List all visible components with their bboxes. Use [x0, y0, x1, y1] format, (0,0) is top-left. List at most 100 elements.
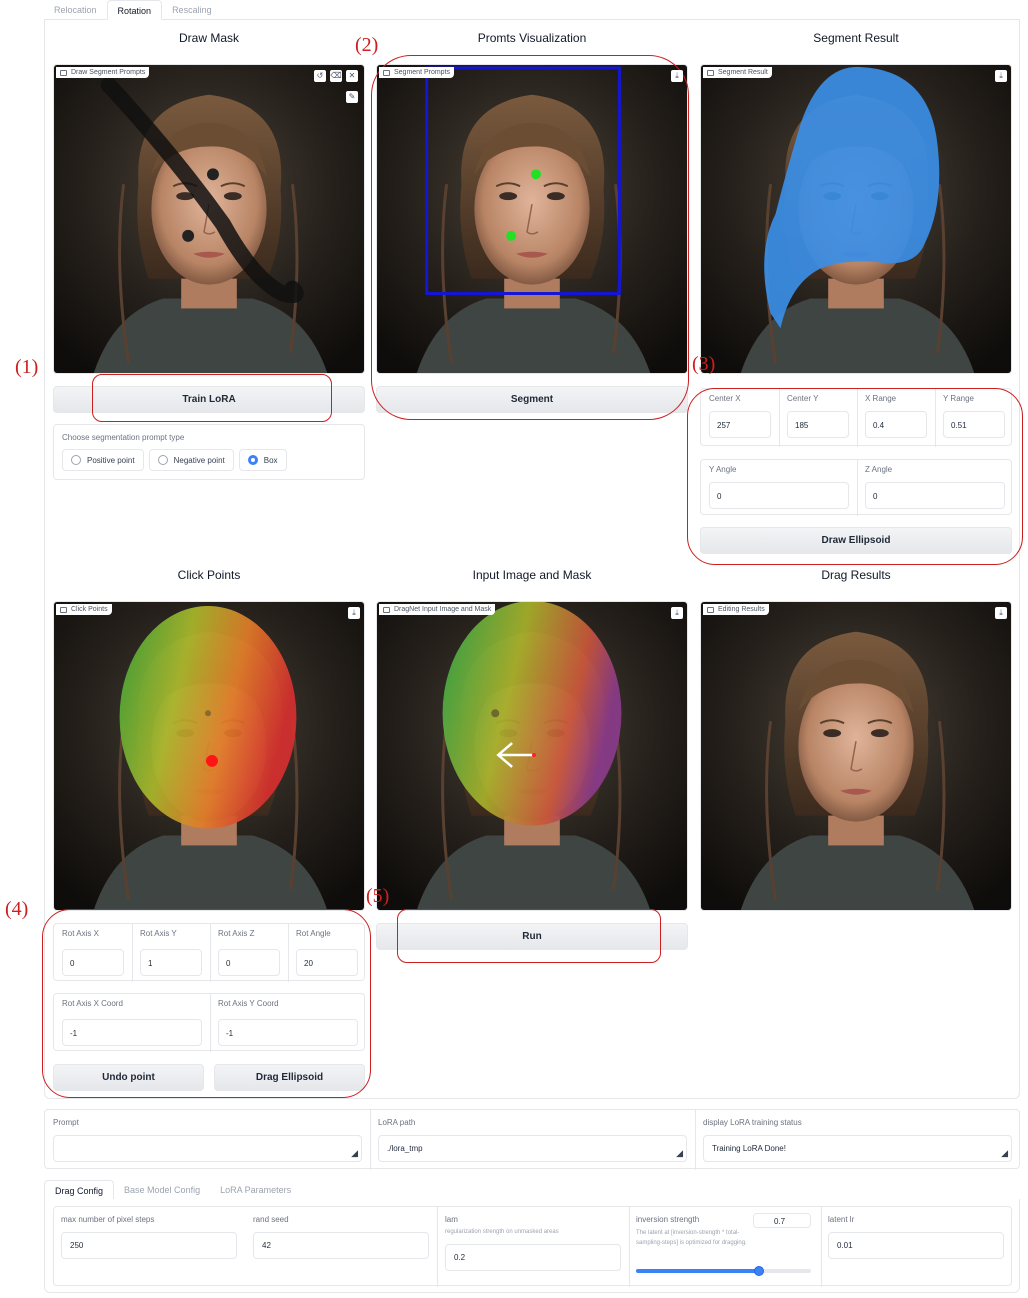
center-y-cell: Center Y 185	[779, 389, 857, 447]
brush-icon[interactable]: ✎	[346, 91, 358, 103]
y-range-input[interactable]: 0.51	[943, 411, 1005, 438]
portrait-image	[377, 65, 687, 373]
panel-label: Segment Result	[703, 67, 772, 78]
lam-input[interactable]: 0.2	[445, 1244, 621, 1271]
rot-angle-cell: Rot Angle 20	[288, 924, 366, 982]
undo-icon[interactable]: ↺	[314, 70, 326, 82]
resize-handle-icon[interactable]: ◢	[351, 1148, 358, 1159]
segment-prompts-canvas[interactable]: Segment Prompts ⤓	[376, 64, 688, 374]
portrait-image	[54, 65, 364, 373]
latent-lr-input[interactable]: 0.01	[828, 1232, 1004, 1259]
rot-axis-y-coord-input[interactable]: -1	[218, 1019, 358, 1046]
prompt-type-group: Choose segmentation prompt type Positive…	[53, 424, 365, 480]
annotation-label-3: (3)	[692, 353, 716, 375]
tab-rotation[interactable]: Rotation	[106, 0, 163, 20]
rot-axis-x-input[interactable]: 0	[62, 949, 124, 976]
annotation-label-4: (4)	[5, 898, 29, 920]
undo-point-button[interactable]: Undo point	[53, 1064, 204, 1091]
rot-axis-z-label: Rot Axis Z	[218, 929, 255, 938]
dragnet-input-image: DragNet Input Image and Mask ⤓	[376, 601, 688, 911]
download-icon[interactable]: ⤓	[348, 607, 360, 619]
tab-base-model-config[interactable]: Base Model Config	[114, 1180, 210, 1200]
rand-seed-input[interactable]: 42	[253, 1232, 429, 1259]
tab-rescaling[interactable]: Rescaling	[162, 0, 222, 20]
download-icon[interactable]: ⤓	[671, 70, 683, 82]
rand-seed-label: rand seed	[253, 1215, 289, 1224]
inversion-strength-description: The latent at [inversion-strength * tota…	[636, 1230, 747, 1246]
prompt-input[interactable]: ◢	[53, 1135, 362, 1162]
rot-axis-x-cell: Rot Axis X 0	[54, 924, 132, 982]
rot-axis-x-label: Rot Axis X	[62, 929, 99, 938]
click-points-canvas[interactable]: Click Points ⤓	[53, 601, 365, 911]
inversion-strength-value-input[interactable]: 0.7	[753, 1213, 811, 1228]
tab-drag-config[interactable]: Drag Config	[44, 1180, 115, 1200]
radio-box[interactable]: Box	[238, 449, 287, 471]
tab-relocation[interactable]: Relocation	[44, 0, 107, 20]
lora-path-label: LoRA path	[378, 1118, 416, 1127]
panel-label: Click Points	[56, 604, 112, 615]
download-icon[interactable]: ⤓	[995, 607, 1007, 619]
segment-button[interactable]: Segment	[376, 386, 688, 413]
x-range-cell: X Range 0.4	[857, 389, 935, 447]
panel-label: DragNet Input Image and Mask	[379, 604, 496, 615]
rot-axis-x-coord-cell: Rot Axis X Coord -1	[54, 994, 210, 1052]
segment-result-image: Segment Result ⤓	[700, 64, 1012, 374]
rot-axis-y-coord-label: Rot Axis Y Coord	[218, 999, 279, 1008]
prompt-type-label: Choose segmentation prompt type	[62, 433, 185, 442]
tab-lora-parameters[interactable]: LoRA Parameters	[210, 1180, 301, 1200]
inversion-strength-slider[interactable]	[636, 1266, 811, 1276]
resize-handle-icon[interactable]: ◢	[676, 1148, 683, 1159]
radio-negative-point[interactable]: Negative point	[148, 449, 234, 471]
radio-positive-point[interactable]: Positive point	[62, 449, 144, 471]
download-icon[interactable]: ⤓	[671, 607, 683, 619]
rot-angle-input[interactable]: 20	[296, 949, 358, 976]
rot-axis-y-input[interactable]: 1	[140, 949, 202, 976]
center-x-label: Center X	[709, 394, 741, 403]
train-lora-button[interactable]: Train LoRA	[53, 386, 365, 413]
portrait-image	[701, 602, 1011, 910]
center-x-input[interactable]: 257	[709, 411, 771, 438]
image-icon	[707, 69, 714, 76]
z-angle-cell: Z Angle 0	[857, 460, 1013, 516]
draw-segment-prompts-canvas[interactable]: Draw Segment Prompts ↺ ⌫ ✕ ✎	[53, 64, 365, 374]
download-icon[interactable]: ⤓	[995, 70, 1007, 82]
image-icon	[60, 606, 67, 613]
close-icon[interactable]: ✕	[346, 70, 358, 82]
y-angle-input[interactable]: 0	[709, 482, 849, 509]
max-steps-input[interactable]: 250	[61, 1232, 237, 1259]
image-icon	[60, 69, 67, 76]
drag-ellipsoid-button[interactable]: Drag Ellipsoid	[214, 1064, 365, 1091]
clear-icon[interactable]: ⌫	[330, 70, 342, 82]
image-icon	[707, 606, 714, 613]
run-button[interactable]: Run	[376, 923, 688, 950]
inversion-strength-label: inversion strength	[636, 1215, 700, 1224]
x-range-input[interactable]: 0.4	[865, 411, 927, 438]
rot-axis-z-cell: Rot Axis Z 0	[210, 924, 288, 982]
rot-axis-z-input[interactable]: 0	[218, 949, 280, 976]
portrait-image	[377, 602, 687, 910]
divider	[695, 1110, 696, 1170]
y-range-cell: Y Range 0.51	[935, 389, 1013, 447]
image-icon	[383, 69, 390, 76]
rot-axis-x-coord-input[interactable]: -1	[62, 1019, 202, 1046]
click-points-title: Click Points	[177, 568, 241, 582]
rot-axis-x-coord-label: Rot Axis X Coord	[62, 999, 123, 1008]
lora-path-value: ./lora_tmp	[387, 1144, 423, 1153]
rot-axis-y-cell: Rot Axis Y 1	[132, 924, 210, 982]
lora-path-input[interactable]: ./lora_tmp ◢	[378, 1135, 687, 1162]
slider-thumb[interactable]	[753, 1266, 764, 1276]
config-tabs: Drag Config Base Model Config LoRA Param…	[44, 1180, 1020, 1200]
y-angle-cell: Y Angle 0	[701, 460, 857, 516]
divider	[370, 1110, 371, 1170]
z-angle-input[interactable]: 0	[865, 482, 1005, 509]
resize-handle-icon[interactable]: ◢	[1001, 1148, 1008, 1159]
lam-description: regularization strength on unmasked area…	[445, 1229, 559, 1235]
y-angle-label: Y Angle	[709, 465, 737, 474]
drag-results-title: Drag Results	[821, 568, 891, 582]
y-range-label: Y Range	[943, 394, 974, 403]
draw-ellipsoid-button[interactable]: Draw Ellipsoid	[700, 527, 1012, 554]
x-range-label: X Range	[865, 394, 897, 403]
center-y-input[interactable]: 185	[787, 411, 849, 438]
lora-status-output: Training LoRA Done! ◢	[703, 1135, 1012, 1162]
latent-lr-label: latent lr	[828, 1215, 855, 1224]
